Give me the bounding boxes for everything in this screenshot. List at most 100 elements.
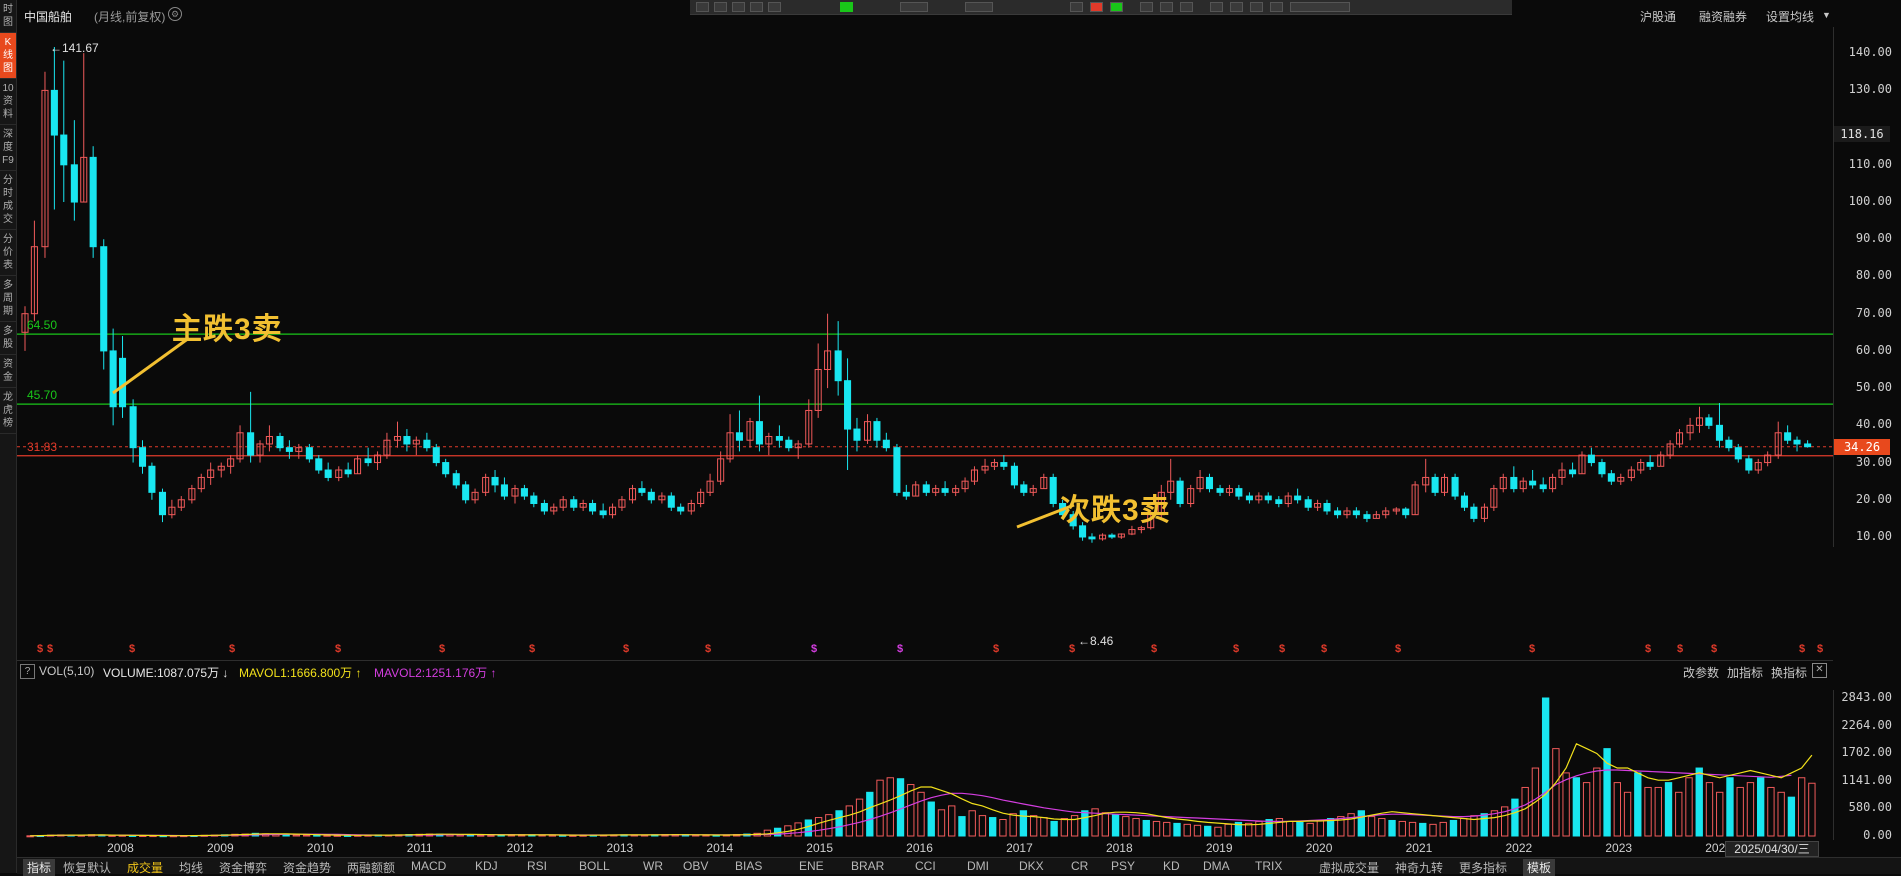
indicator-tab[interactable]: 均线	[179, 859, 203, 876]
indicator-tab[interactable]: TRIX	[1255, 859, 1282, 873]
gear-icon[interactable]: ⚙	[168, 7, 182, 21]
low-value: 8.46	[1090, 634, 1114, 648]
mavol2-line	[30, 769, 1792, 837]
indicator-tab[interactable]: CR	[1071, 859, 1088, 873]
set-ma-link[interactable]: 设置均线	[1766, 8, 1814, 25]
margin-trading-link[interactable]: 融资融券	[1699, 8, 1747, 25]
volume-bar	[1685, 777, 1693, 837]
candle-body	[276, 436, 284, 449]
current-date-box: 2025/04/30/三	[1725, 841, 1819, 857]
candle-body	[403, 436, 411, 445]
volume-bar	[1357, 810, 1365, 837]
volume-bar	[1183, 823, 1191, 837]
signal-marker: $	[1279, 643, 1286, 655]
candle-body	[1000, 462, 1008, 467]
rail-item-2[interactable]: 10资料	[0, 79, 16, 125]
indicator-tab[interactable]: ENE	[799, 859, 824, 873]
signal-marker: $	[529, 643, 536, 655]
indicator-tab[interactable]: CCI	[915, 859, 936, 873]
candle-body	[442, 462, 450, 475]
close-icon[interactable]: ✕	[1812, 663, 1827, 678]
indicator-tab[interactable]: DKX	[1019, 859, 1044, 873]
candle-body	[1363, 514, 1371, 519]
rail-item-1[interactable]: K线图	[0, 33, 16, 79]
signal-marker: $	[1395, 643, 1402, 655]
year-label: 2016	[906, 841, 933, 855]
year-label: 2010	[306, 841, 334, 855]
candle-body	[500, 484, 508, 497]
year-label: 2017	[1006, 841, 1033, 855]
indicator-tab[interactable]: 资金趋势	[283, 859, 331, 876]
indicator-tab[interactable]: KDJ	[475, 859, 498, 873]
candle-body	[1216, 488, 1224, 493]
candle-body	[50, 89, 58, 136]
time-axis: 2008 2009 2010 2011 2012 2013 2014 2015 2016 2017…	[17, 840, 1833, 855]
volume-chart-svg	[26, 697, 1816, 838]
volume-bar	[1132, 818, 1140, 837]
volume-bar	[978, 815, 987, 837]
volume-bar	[1388, 819, 1396, 837]
indicator-tab[interactable]: BIAS	[735, 859, 762, 873]
indicator-tab[interactable]: 两融额额	[347, 859, 395, 876]
volume-bar	[1224, 823, 1232, 837]
signal-marker: $	[811, 643, 818, 655]
volume-bar	[1122, 816, 1130, 837]
volume-bar	[1562, 772, 1570, 837]
volume-bar	[1173, 822, 1181, 837]
volume-bar	[1050, 820, 1058, 837]
indicator-tab[interactable]: 模板	[1523, 859, 1556, 876]
candle-body	[118, 357, 127, 408]
indicator-tab[interactable]: 更多指标	[1459, 859, 1507, 876]
price-tick-label: 20.00	[1855, 491, 1892, 506]
hk-connect-link[interactable]: 沪股通	[1640, 8, 1676, 25]
volume-bar	[487, 834, 495, 837]
volume-chart[interactable]	[17, 690, 1833, 838]
rail-item-4[interactable]: 分时成交	[0, 171, 16, 230]
indicator-tab[interactable]: DMA	[1203, 859, 1230, 873]
volume-bar	[845, 805, 853, 837]
indicator-tab[interactable]: 神奇九转	[1395, 859, 1443, 876]
switch-indicator-link[interactable]: 换指标	[1771, 664, 1807, 681]
indicator-tab[interactable]: RSI	[527, 859, 547, 873]
year-label: 2009	[207, 841, 234, 855]
indicator-tab[interactable]: 虚拟成交量	[1319, 859, 1379, 876]
indicator-tab[interactable]: 恢复默认	[63, 859, 111, 876]
indicator-tab[interactable]: 资金博弈	[219, 859, 267, 876]
rail-item-8[interactable]: 资金	[0, 355, 16, 388]
candle-body	[1646, 462, 1654, 467]
indicator-tab[interactable]: BRAR	[851, 859, 884, 873]
price-chart-svg	[17, 46, 1833, 543]
rail-item-5[interactable]: 分价表	[0, 230, 16, 276]
indicator-tab[interactable]: PSY	[1111, 859, 1135, 873]
year-label: 2021	[1405, 841, 1433, 855]
price-tick-label: 130.00	[1848, 82, 1892, 97]
indicator-tab[interactable]: BOLL	[579, 859, 610, 873]
rail-item-3[interactable]: 深度F9	[0, 125, 16, 171]
indicator-tab[interactable]: WR	[643, 859, 663, 873]
rail-item-6[interactable]: 多周期	[0, 276, 16, 322]
indicator-tab[interactable]: MACD	[411, 859, 446, 873]
indicator-tab[interactable]: KD	[1163, 859, 1180, 873]
level-label-1: 45.70	[27, 388, 58, 403]
add-indicator-link[interactable]: 加指标	[1727, 664, 1763, 681]
volume-bar	[1716, 791, 1724, 837]
rail-item-0[interactable]: 时图	[0, 0, 16, 33]
indicator-tab[interactable]: 成交量	[127, 859, 163, 876]
rail-item-9[interactable]: 龙虎榜	[0, 388, 16, 434]
chevron-down-icon[interactable]: ▼	[1822, 10, 1831, 20]
current-price-tag: 34.26	[1834, 438, 1890, 455]
indicator-tab[interactable]: 指标	[23, 859, 56, 876]
help-icon[interactable]: ?	[20, 664, 35, 679]
indicator-tab[interactable]: DMI	[967, 859, 989, 873]
indicator-tab[interactable]: OBV	[683, 859, 708, 873]
candle-body	[344, 469, 352, 475]
mid-price-tag: 118.16	[1834, 126, 1890, 143]
edit-params-link[interactable]: 改参数	[1683, 664, 1719, 681]
candle-body	[873, 421, 881, 441]
volume-bar	[896, 778, 905, 837]
candlestick-chart[interactable]	[17, 27, 1833, 547]
rail-item-7[interactable]: 多股	[0, 322, 16, 355]
price-tick-label: 80.00	[1855, 268, 1892, 283]
volume-bar	[999, 818, 1007, 837]
candle-body	[1352, 510, 1360, 516]
